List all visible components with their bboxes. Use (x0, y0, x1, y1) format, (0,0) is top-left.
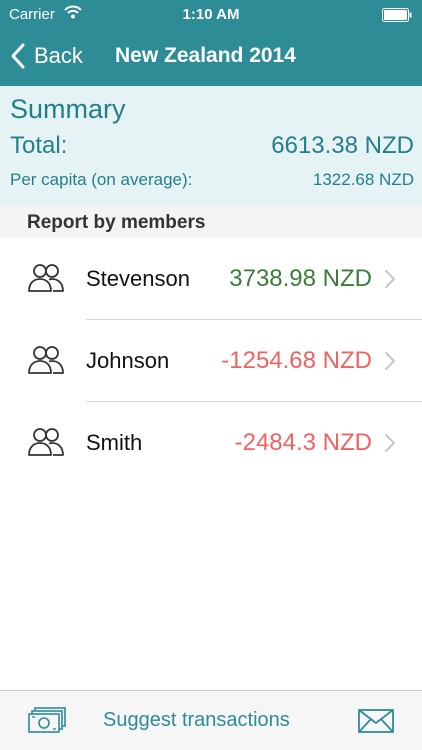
member-name: Johnson (86, 348, 170, 373)
mail-icon[interactable] (358, 709, 394, 733)
member-row[interactable]: Stevenson 3738.98 NZD (0, 238, 422, 320)
member-balance: 3738.98 NZD (229, 265, 372, 292)
status-time: 1:10 AM (182, 6, 240, 23)
header: Carrier 1:10 AM Back New Zealand 2014 (0, 0, 422, 86)
page-title: New Zealand 2014 (115, 44, 296, 67)
member-row[interactable]: Smith -2484.3 NZD (0, 402, 422, 484)
per-capita-label: Per capita (on average): (10, 170, 193, 189)
summary-heading: Summary (10, 94, 126, 124)
users-icon (28, 346, 64, 374)
member-name: Stevenson (86, 266, 190, 291)
users-icon (28, 428, 64, 456)
suggest-transactions-button[interactable]: Suggest transactions (103, 709, 290, 732)
section-title: Report by members (27, 212, 206, 233)
battery-icon (382, 8, 412, 22)
section-header: Report by members (0, 206, 422, 238)
users-icon (28, 264, 64, 292)
total-value: 6613.38 NZD (271, 132, 414, 159)
bottom-toolbar: Suggest transactions (0, 690, 422, 750)
money-icon[interactable] (27, 707, 67, 735)
member-row[interactable]: Johnson -1254.68 NZD (0, 320, 422, 402)
chevron-right-icon (385, 434, 395, 452)
back-label: Back (34, 43, 83, 68)
status-bar: Carrier 1:10 AM (0, 0, 422, 30)
chevron-right-icon (385, 352, 395, 370)
total-label: Total: (10, 132, 68, 159)
chevron-right-icon (385, 270, 395, 288)
back-button[interactable]: Back (10, 40, 83, 72)
member-balance: -2484.3 NZD (234, 429, 372, 456)
member-name: Smith (86, 430, 143, 455)
summary-panel: Summary Total: 6613.38 NZD Per capita (o… (0, 86, 422, 206)
member-balance: -1254.68 NZD (221, 347, 372, 374)
chevron-left-icon (11, 43, 25, 69)
per-capita-value: 1322.68 NZD (312, 170, 414, 189)
